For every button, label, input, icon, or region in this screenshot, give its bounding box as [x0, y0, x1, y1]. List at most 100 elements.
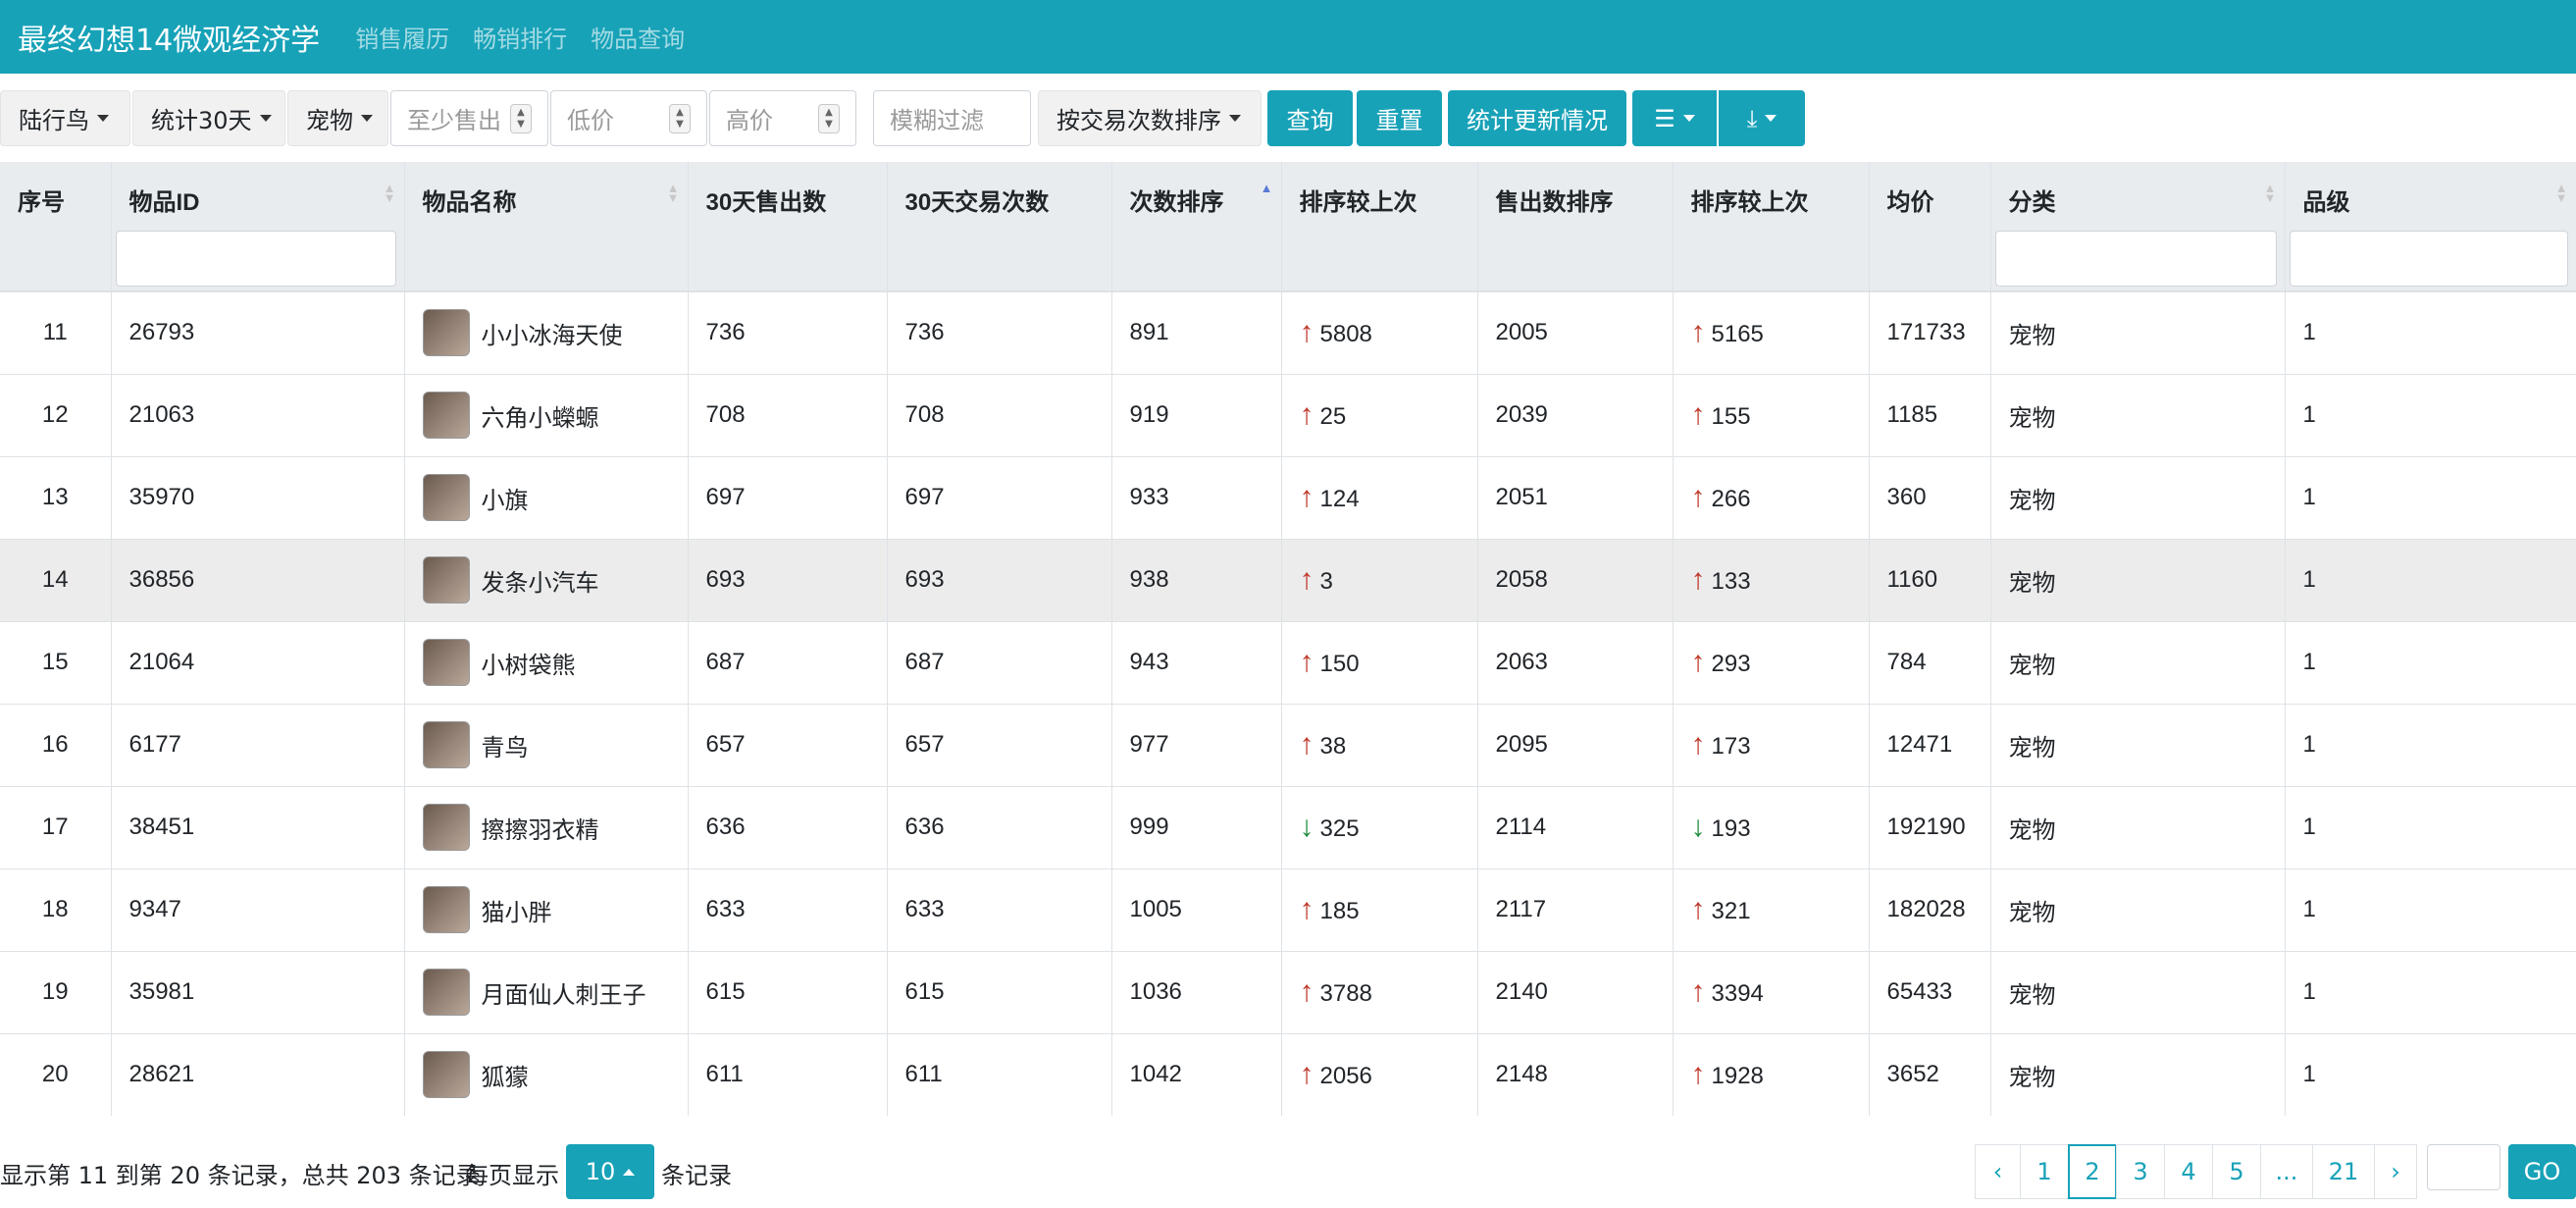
arrow-up-icon: ↑ [1299, 975, 1314, 1008]
table-row[interactable]: 14 36856 发条小汽车 693 693 938 ↑ 3 2058 ↑ 133 1160 宠物 1 [0, 538, 2576, 621]
low-price-input[interactable]: 低价 ▲ ▼ [550, 90, 707, 146]
item-thumbnail-icon [422, 392, 470, 439]
cell-item-name[interactable]: 小旗 [404, 455, 689, 539]
cell-item-name[interactable]: 小小冰海天使 [404, 291, 689, 374]
cell-item-name[interactable]: 擦擦羽衣精 [404, 785, 689, 868]
cell-avg-price: 1160 [1869, 538, 1991, 621]
item-thumbnail-icon [422, 556, 470, 604]
cell-trade-rank: 891 [1111, 291, 1282, 374]
item-name-text: 狐獴 [481, 1064, 529, 1091]
item-name-text: 六角小蠑螈 [481, 404, 599, 432]
table-row[interactable]: 13 35970 小旗 697 697 933 ↑ 124 2051 ↑ 266 360 宠物 1 [0, 455, 2576, 539]
table-row[interactable]: 15 21064 小树袋熊 687 687 943 ↑ 150 2063 ↑ 293 784 宠物 1 [0, 620, 2576, 704]
chevron-down-icon [259, 115, 272, 122]
table-row[interactable]: 11 26793 小小冰海天使 736 736 891 ↑ 5808 2005 ↑ 5165 1717… [0, 291, 2576, 374]
sold-rank-change-value: 293 [1711, 651, 1751, 677]
cell-avg-price: 182028 [1869, 867, 1991, 951]
cell-grade: 1 [2285, 620, 2576, 704]
table-row[interactable]: 17 38451 擦擦羽衣精 636 636 999 ↓ 325 2114 ↓ 193 192190 宠… [0, 785, 2576, 868]
cell-item-name[interactable]: 发条小汽车 [404, 538, 689, 621]
col-header-item-name[interactable]: 物品名称 ▲ ▼ [404, 162, 689, 292]
cell-item-name[interactable]: 月面仙人刺王子 [404, 950, 689, 1033]
col-header-trades-30d[interactable]: 30天交易次数 [887, 162, 1112, 292]
col-header-item-id[interactable]: 物品ID ▲ ▼ [111, 162, 405, 292]
cell-sold-rank-change: ↑ 5165 [1673, 291, 1870, 374]
prev-page-button[interactable]: ‹ [1975, 1144, 2021, 1199]
query-button[interactable]: 查询 [1267, 90, 1353, 146]
page-button[interactable]: 2 [2068, 1144, 2117, 1199]
col-header-rank-change[interactable]: 排序较上次 [1281, 162, 1478, 292]
page-button[interactable]: 3 [2116, 1144, 2165, 1199]
col-header-sold-30d[interactable]: 30天售出数 [688, 162, 888, 292]
filter-toolbar: 陆行鸟 统计30天 宠物 至少售出 ▲ ▼ 低价 ▲ ▼ 高价 ▲ ▼ 模糊过滤 按交易次数… [0, 74, 2576, 162]
item-id-filter-input[interactable] [115, 231, 396, 287]
page-button[interactable]: ... [2260, 1144, 2313, 1199]
nav-bestseller-ranking[interactable]: 畅销排行 [473, 20, 567, 54]
table-row[interactable]: 12 21063 六角小蠑螈 708 708 919 ↑ 25 2039 ↑ 155 1185 宠物 1 [0, 373, 2576, 456]
category-dropdown[interactable]: 宠物 [287, 90, 388, 146]
table-row[interactable]: 20 28621 狐獴 611 611 1042 ↑ 2056 2148 ↑ 1928 3652 宠物 1 [0, 1032, 2576, 1116]
nav-sales-history[interactable]: 销售履历 [355, 20, 449, 54]
high-price-input[interactable]: 高价 ▲ ▼ [709, 90, 856, 146]
category-filter-input[interactable] [1994, 231, 2277, 287]
table-row[interactable]: 19 35981 月面仙人刺王子 615 615 1036 ↑ 3788 2140 ↑ 3394 65… [0, 950, 2576, 1033]
next-page-button[interactable]: › [2374, 1144, 2417, 1199]
col-header-category[interactable]: 分类 ▲ ▼ [1990, 162, 2286, 292]
cell-item-name[interactable]: 六角小蠑螈 [404, 373, 689, 456]
cell-trade-rank: 977 [1111, 703, 1282, 786]
server-dropdown[interactable]: 陆行鸟 [0, 90, 130, 146]
reset-button[interactable]: 重置 [1357, 90, 1442, 146]
columns-toggle-button[interactable]: ☰ [1632, 90, 1717, 146]
col-header-sold-rank[interactable]: 售出数排序 [1477, 162, 1674, 292]
arrow-up-icon: ↑ [1690, 975, 1706, 1008]
rank-change-value: 25 [1319, 403, 1347, 430]
col-header-sold-rank-change[interactable]: 排序较上次 [1673, 162, 1870, 292]
page-size-dropdown[interactable]: 10 [566, 1144, 654, 1199]
cell-item-id: 28621 [111, 1032, 405, 1116]
min-sold-input[interactable]: 至少售出 ▲ ▼ [390, 90, 548, 146]
item-thumbnail-icon [422, 1051, 470, 1099]
sort-dropdown[interactable]: 按交易次数排序 [1038, 90, 1262, 146]
table-row[interactable]: 16 6177 青鸟 657 657 977 ↑ 38 2095 ↑ 173 12471 宠物 1 [0, 703, 2576, 786]
cell-item-name[interactable]: 小树袋熊 [404, 620, 689, 704]
cell-sold-rank-change: ↑ 266 [1673, 455, 1870, 539]
table-row[interactable]: 18 9347 猫小胖 633 633 1005 ↑ 185 2117 ↑ 321 182028 宠物 1 [0, 867, 2576, 951]
grade-filter-input[interactable] [2289, 231, 2568, 287]
rank-change-value: 3788 [1319, 980, 1372, 1007]
go-button[interactable]: GO [2508, 1144, 2576, 1199]
period-dropdown[interactable]: 统计30天 [132, 90, 285, 146]
item-thumbnail-icon [422, 804, 470, 851]
cell-rank-change: ↑ 3788 [1281, 950, 1478, 1033]
col-header-label: 物品ID [129, 189, 200, 216]
nav-item-query[interactable]: 物品查询 [591, 20, 685, 54]
page-button[interactable]: 5 [2212, 1144, 2261, 1199]
number-spinner-icon[interactable]: ▲ ▼ [818, 103, 840, 133]
col-header-avg-price[interactable]: 均价 [1869, 162, 1991, 292]
cell-grade: 1 [2285, 291, 2576, 374]
number-spinner-icon[interactable]: ▲ ▼ [510, 103, 532, 133]
page-jump-input[interactable] [2427, 1144, 2500, 1190]
page-button[interactable]: 21 [2312, 1144, 2375, 1199]
stats-update-button[interactable]: 统计更新情况 [1448, 90, 1626, 146]
cell-grade: 1 [2285, 373, 2576, 456]
cell-item-name[interactable]: 狐獴 [404, 1032, 689, 1116]
export-button[interactable]: ⤓ [1719, 90, 1805, 146]
item-thumbnail-icon [422, 969, 470, 1016]
cell-grade: 1 [2285, 455, 2576, 539]
sort-ascending-icon: ▲▼ [1260, 181, 1273, 195]
cell-sold-rank: 2114 [1477, 785, 1674, 868]
cell-avg-price: 360 [1869, 455, 1991, 539]
app-brand[interactable]: 最终幻想14微观经济学 [18, 16, 320, 59]
cell-sold: 708 [688, 373, 888, 456]
chevron-down-icon [1682, 115, 1695, 122]
cell-item-name[interactable]: 猫小胖 [404, 867, 689, 951]
cell-trade-rank: 938 [1111, 538, 1282, 621]
col-header-trade-rank[interactable]: 次数排序 ▲▼ [1111, 162, 1282, 292]
number-spinner-icon[interactable]: ▲ ▼ [669, 103, 691, 133]
page-button[interactable]: 4 [2164, 1144, 2213, 1199]
col-header-no[interactable]: 序号 [0, 162, 112, 292]
page-button[interactable]: 1 [2020, 1144, 2069, 1199]
col-header-grade[interactable]: 品级 ▲ ▼ [2285, 162, 2576, 292]
cell-item-name[interactable]: 青鸟 [404, 703, 689, 786]
fuzzy-filter-input[interactable]: 模糊过滤 [873, 90, 1031, 146]
